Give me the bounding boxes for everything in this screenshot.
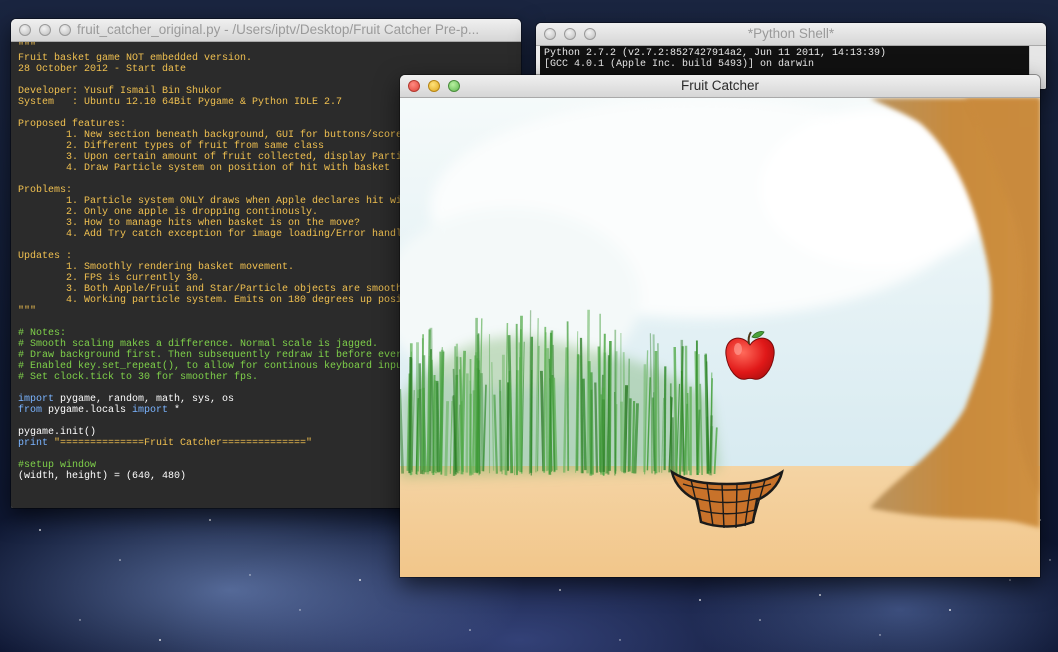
grass-blade xyxy=(673,346,678,476)
minimize-icon[interactable] xyxy=(39,24,51,36)
code-token: * xyxy=(168,405,181,416)
grass-blade xyxy=(680,339,685,472)
grass-blade xyxy=(543,326,547,473)
grass-blade xyxy=(418,363,423,474)
code-token: import xyxy=(18,394,55,405)
grass-blade xyxy=(472,390,477,473)
code-token: print xyxy=(18,438,49,449)
grass-blade xyxy=(589,389,593,474)
shell-title: *Python Shell* xyxy=(747,26,835,41)
grass-blade xyxy=(529,336,534,473)
grass-blade xyxy=(421,334,424,471)
grass-blade xyxy=(429,327,434,474)
game-title: Fruit Catcher xyxy=(680,78,760,93)
game-canvas[interactable] xyxy=(400,98,1040,577)
grass-blade xyxy=(671,417,675,475)
grass-blade xyxy=(628,398,632,472)
editor-titlebar[interactable]: fruit_catcher_original.py - /Users/iptv/… xyxy=(11,19,521,42)
code-line: """ xyxy=(18,42,37,53)
zoom-icon[interactable] xyxy=(59,24,71,36)
game-titlebar[interactable]: Fruit Catcher xyxy=(400,75,1040,98)
shell-titlebar[interactable]: *Python Shell* xyxy=(536,23,1046,46)
grass-blade xyxy=(600,387,605,475)
game-scene xyxy=(400,98,1040,577)
grass-blade xyxy=(434,380,437,474)
grass-blade xyxy=(444,401,450,476)
grass-blade xyxy=(475,352,480,471)
grass-blade xyxy=(620,401,625,473)
code-token: from xyxy=(18,405,43,416)
grass-blade xyxy=(643,364,647,473)
grass-blade xyxy=(546,348,550,471)
grass-blade xyxy=(408,356,412,474)
grass-blade xyxy=(653,392,655,472)
grass-blade xyxy=(631,400,636,474)
grass-blade xyxy=(465,373,469,473)
code-token: "==============Fruit Catcher============… xyxy=(48,438,313,449)
grass-blade xyxy=(579,355,583,474)
grass-blade xyxy=(709,415,713,476)
shell-line: Python 2.7.2 (v2.7.2:8527427914a2, Jun 1… xyxy=(544,48,887,59)
code-line: Fruit basket game NOT embedded version. xyxy=(18,53,253,64)
grass-blade xyxy=(435,380,440,473)
grass-blade xyxy=(566,321,570,471)
grass-blade xyxy=(622,352,626,474)
editor-title: fruit_catcher_original.py - /Users/iptv/… xyxy=(77,22,480,37)
code-token: pygame, random, math, sys, os xyxy=(54,394,235,405)
code-token: pygame.locals xyxy=(42,405,133,416)
grass-blade xyxy=(663,366,667,471)
grass-blade xyxy=(498,379,503,472)
grass-blade xyxy=(455,343,460,474)
grass-blade xyxy=(480,373,485,472)
close-icon[interactable] xyxy=(19,24,31,36)
code-line: 28 October 2012 - Start date xyxy=(18,64,187,75)
grass-blade xyxy=(651,399,653,474)
game-window[interactable]: Fruit Catcher xyxy=(400,75,1040,577)
code-token: import xyxy=(132,405,169,416)
shell-line: [GCC 4.0.1 (Apple Inc. build 5493)] on d… xyxy=(544,59,815,70)
